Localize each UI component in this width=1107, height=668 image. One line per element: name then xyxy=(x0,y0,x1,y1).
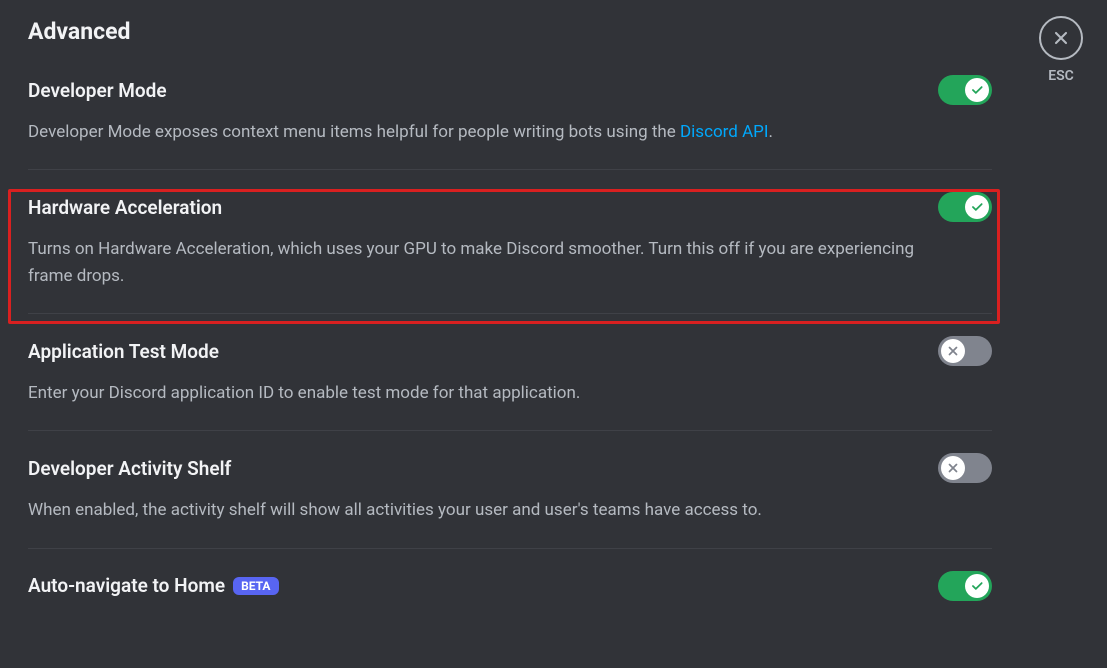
hardware-acceleration-desc: Turns on Hardware Acceleration, which us… xyxy=(28,236,948,289)
developer-activity-shelf-toggle[interactable] xyxy=(938,453,992,483)
page-title: Advanced xyxy=(28,18,992,45)
hardware-acceleration-title: Hardware Acceleration xyxy=(28,196,222,219)
developer-activity-shelf-title: Developer Activity Shelf xyxy=(28,457,231,480)
application-test-mode-toggle[interactable] xyxy=(938,336,992,366)
developer-mode-toggle[interactable] xyxy=(938,75,992,105)
check-icon xyxy=(965,78,989,102)
check-icon xyxy=(965,574,989,598)
discord-api-link[interactable]: Discord API xyxy=(680,122,769,142)
section-developer-mode: Developer Mode Developer Mode exposes co… xyxy=(28,75,992,170)
application-test-mode-desc: Enter your Discord application ID to ena… xyxy=(28,380,948,406)
close-icon xyxy=(941,456,965,480)
section-developer-activity-shelf: Developer Activity Shelf When enabled, t… xyxy=(28,431,992,548)
auto-navigate-home-toggle[interactable] xyxy=(938,571,992,601)
close-icon xyxy=(1051,28,1071,48)
beta-badge: BETA xyxy=(233,577,278,595)
section-auto-navigate-home: Auto-navigate to Home BETA xyxy=(28,549,992,601)
developer-mode-desc: Developer Mode exposes context menu item… xyxy=(28,119,948,145)
application-test-mode-title: Application Test Mode xyxy=(28,340,219,363)
auto-navigate-home-title: Auto-navigate to Home xyxy=(28,574,225,597)
section-application-test-mode: Application Test Mode Enter your Discord… xyxy=(28,314,992,431)
hardware-acceleration-toggle[interactable] xyxy=(938,192,992,222)
esc-label: ESC xyxy=(1048,68,1074,84)
section-hardware-acceleration: Hardware Acceleration Turns on Hardware … xyxy=(28,170,992,314)
close-icon xyxy=(941,339,965,363)
developer-mode-title: Developer Mode xyxy=(28,79,167,102)
check-icon xyxy=(965,195,989,219)
close-button[interactable] xyxy=(1039,16,1083,60)
developer-activity-shelf-desc: When enabled, the activity shelf will sh… xyxy=(28,497,948,523)
